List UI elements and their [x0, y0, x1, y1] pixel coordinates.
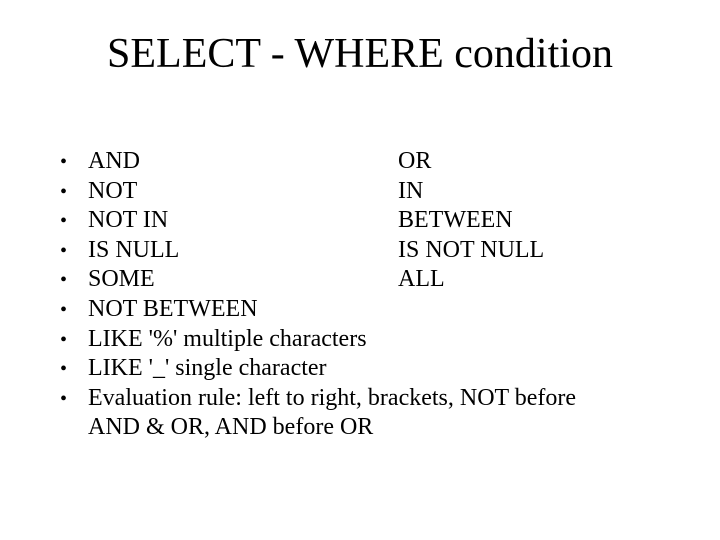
list-item: • AND OR: [60, 148, 660, 178]
bullet-icon: •: [60, 237, 88, 267]
slide-title: SELECT - WHERE condition: [60, 30, 660, 78]
bullet-icon: •: [60, 326, 88, 356]
item-text: LIKE '_' single character: [88, 355, 660, 383]
bullet-icon: •: [60, 207, 88, 237]
item-left: SOME: [88, 266, 398, 294]
item-text: Evaluation rule: left to right, brackets…: [88, 385, 660, 413]
item-left: NOT IN: [88, 207, 398, 235]
list-item: • NOT BETWEEN: [60, 296, 660, 326]
list-item: • SOME ALL: [60, 266, 660, 296]
bullet-icon: •: [60, 148, 88, 178]
bullet-icon: •: [60, 178, 88, 208]
item-right: BETWEEN: [398, 207, 660, 235]
item-right: IN: [398, 178, 660, 206]
list-item: • NOT IN BETWEEN: [60, 207, 660, 237]
item-left: IS NULL: [88, 237, 398, 265]
item-text: LIKE '%' multiple characters: [88, 326, 660, 354]
item-left: NOT: [88, 178, 398, 206]
list-item-continuation: AND & OR, AND before OR: [60, 414, 660, 442]
list-item: • LIKE '_' single character: [60, 355, 660, 385]
bullet-icon: •: [60, 385, 88, 415]
list-item: • IS NULL IS NOT NULL: [60, 237, 660, 267]
bullet-icon: •: [60, 355, 88, 385]
slide-body: • AND OR • NOT IN • NOT IN BETWEEN • IS …: [60, 148, 660, 442]
item-left: AND: [88, 148, 398, 176]
item-text: NOT BETWEEN: [88, 296, 660, 324]
item-right: OR: [398, 148, 660, 176]
item-right: IS NOT NULL: [398, 237, 660, 265]
item-right: ALL: [398, 266, 660, 294]
list-item: • LIKE '%' multiple characters: [60, 326, 660, 356]
bullet-icon: •: [60, 266, 88, 296]
item-text: AND & OR, AND before OR: [88, 414, 660, 442]
list-item: • Evaluation rule: left to right, bracke…: [60, 385, 660, 415]
list-item: • NOT IN: [60, 178, 660, 208]
bullet-icon: •: [60, 296, 88, 326]
